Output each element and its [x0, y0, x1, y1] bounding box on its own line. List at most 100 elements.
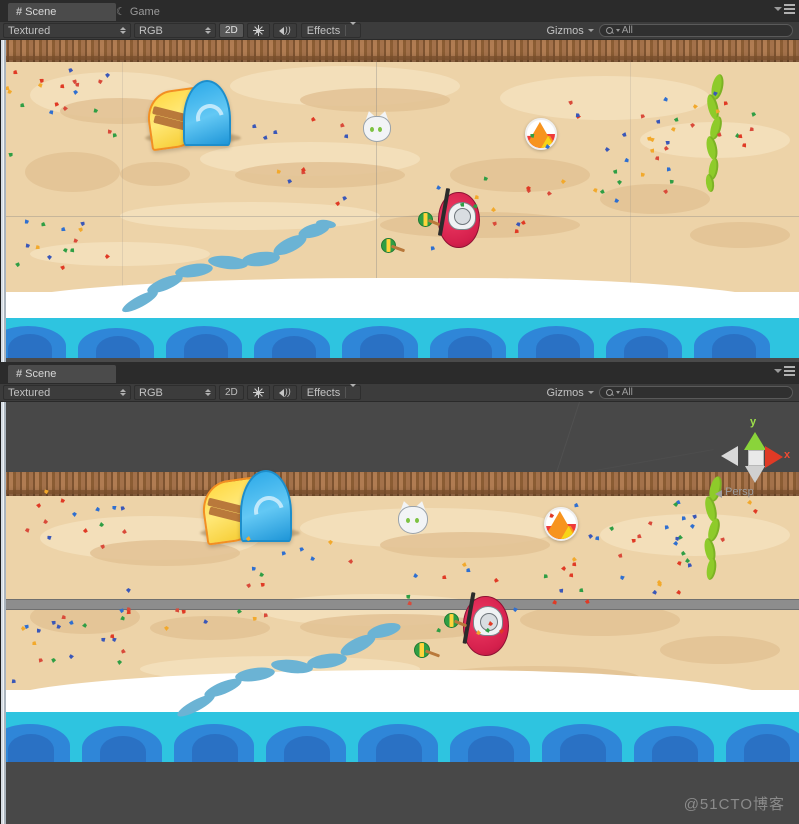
confetti-piece	[236, 608, 242, 614]
viewport-scrollbar-top[interactable]	[0, 40, 6, 362]
tab-label: Scene	[25, 368, 57, 380]
viewport-scrollbar-bottom[interactable]	[0, 402, 6, 824]
maraca[interactable]	[444, 613, 468, 631]
chevron-updown-icon	[205, 389, 211, 396]
gizmo-axis-x-cone[interactable]	[765, 446, 783, 468]
lighting-toggle-bottom[interactable]	[246, 385, 270, 400]
scene-viewport-bottom[interactable]: y x Persp	[0, 402, 799, 824]
confetti-piece	[662, 188, 668, 194]
effects-dropdown-bottom[interactable]: Effects	[300, 383, 362, 400]
confetti-piece	[684, 558, 689, 563]
panel-top-window-menu[interactable]	[774, 4, 795, 14]
water-ripple[interactable]	[174, 620, 405, 721]
effects-label: Effects	[306, 24, 341, 37]
gizmos-dropdown-bottom[interactable]: Gizmos	[541, 385, 598, 400]
gizmos-label: Gizmos	[546, 24, 584, 37]
projection-mode-label[interactable]: Persp	[725, 486, 754, 498]
confetti-piece	[71, 78, 77, 84]
water-ripple[interactable]	[119, 218, 337, 318]
maraca[interactable]	[381, 238, 407, 256]
cat-eye-left	[405, 517, 410, 523]
lighting-toggle-top[interactable]	[246, 23, 270, 38]
unity-editor-window: # Scene ☾ Game Textured RGB 2D)) Effect…	[0, 0, 799, 824]
speaker-icon: ))	[278, 26, 291, 35]
gizmos-dropdown-top[interactable]: Gizmos	[541, 23, 598, 38]
beach-ball[interactable]	[544, 507, 578, 541]
confetti-piece	[491, 207, 496, 212]
draw-mode-dropdown-top[interactable]: Textured	[3, 23, 131, 38]
confetti-piece	[608, 525, 614, 531]
gizmo-axis-y-negative-cone[interactable]	[745, 466, 765, 483]
cat-face	[398, 506, 428, 534]
confetti-piece	[499, 629, 504, 634]
confetti-piece	[561, 179, 566, 184]
panel-bottom-window-menu[interactable]	[774, 366, 795, 376]
effects-dropdown-top[interactable]: Effects	[300, 21, 362, 38]
maraca[interactable]	[414, 642, 442, 660]
chevron-down-icon	[350, 21, 357, 37]
beach-scene-render-top	[0, 40, 799, 362]
confetti-piece	[105, 254, 110, 259]
confetti-piece	[328, 540, 333, 545]
confetti-piece	[617, 180, 622, 185]
cat-head[interactable]	[398, 499, 428, 534]
watermark: @51CTO博客	[683, 796, 785, 813]
maraca[interactable]	[418, 212, 441, 230]
confetti-piece	[651, 589, 657, 595]
scene-view-gizmo[interactable]: y x Persp	[715, 410, 795, 505]
chevron-down-icon	[774, 7, 782, 11]
tab-scene-top[interactable]: # Scene	[8, 3, 116, 21]
projection-arrow-icon	[715, 490, 722, 498]
gizmo-axis-x-negative-cone[interactable]	[721, 446, 738, 466]
chevron-down-icon	[615, 29, 620, 32]
gizmo-center-cube[interactable]	[748, 450, 764, 466]
toggle-2d-bottom[interactable]: 2D	[219, 385, 244, 400]
game-moon-icon: ☾	[116, 5, 126, 18]
effects-label: Effects	[306, 386, 341, 399]
grid-hash-icon: #	[16, 5, 22, 18]
scene-grid-line	[0, 216, 799, 217]
tab-scene-bottom[interactable]: # Scene	[8, 365, 116, 383]
panel-bottom-tabbar: # Scene	[0, 362, 799, 383]
color-mode-dropdown-bottom[interactable]: RGB	[134, 385, 216, 400]
search-input-top[interactable]: All	[598, 24, 794, 37]
scene-viewport-top[interactable]	[0, 40, 799, 362]
confetti-piece	[36, 503, 42, 509]
chevron-down-icon	[587, 29, 594, 32]
confetti-piece	[105, 73, 110, 78]
chevron-updown-icon	[120, 389, 126, 396]
cat-head[interactable]	[363, 109, 391, 142]
gizmo-axis-y-cone[interactable]	[744, 432, 766, 450]
sun-icon	[252, 25, 264, 36]
search-value: All	[621, 387, 633, 398]
audio-toggle-bottom[interactable]: ))	[272, 385, 297, 400]
confetti-piece	[676, 560, 682, 566]
panel-bottom-toolbar: Textured RGB 2D )) Effects Gizmos All	[0, 383, 799, 402]
search-icon	[605, 388, 614, 397]
confetti-piece	[547, 191, 552, 196]
beach-scene-render-bottom: y x Persp	[0, 402, 799, 824]
confetti-piece	[604, 146, 609, 151]
tab-game-top[interactable]: ☾ Game	[108, 3, 198, 21]
effects-caret[interactable]	[346, 383, 360, 399]
draw-mode-dropdown-bottom[interactable]: Textured	[3, 385, 131, 400]
toggle-2d-top[interactable]: 2D	[219, 23, 244, 38]
audio-toggle-top[interactable]: ))	[272, 23, 297, 38]
panel-top-toolbar: Textured RGB 2D )) Effects Gizmos All	[0, 21, 799, 40]
tab-label: Game	[129, 6, 160, 18]
sun-icon	[252, 387, 264, 398]
confetti-piece	[690, 523, 696, 529]
chevron-down-icon	[615, 391, 620, 394]
gizmo-axis-y-label: y	[750, 416, 757, 428]
chevron-updown-icon	[205, 27, 211, 34]
effects-caret[interactable]	[346, 21, 360, 37]
chevron-down-icon	[774, 369, 782, 373]
confetti-piece	[117, 660, 122, 665]
color-mode-dropdown-top[interactable]: RGB	[134, 23, 216, 38]
search-value: All	[621, 25, 633, 36]
character-head	[454, 208, 471, 225]
gizmo-axis-x-label: x	[784, 449, 791, 461]
search-input-bottom[interactable]: All	[598, 386, 794, 399]
confetti-piece	[494, 578, 500, 584]
confetti-piece	[21, 625, 26, 630]
